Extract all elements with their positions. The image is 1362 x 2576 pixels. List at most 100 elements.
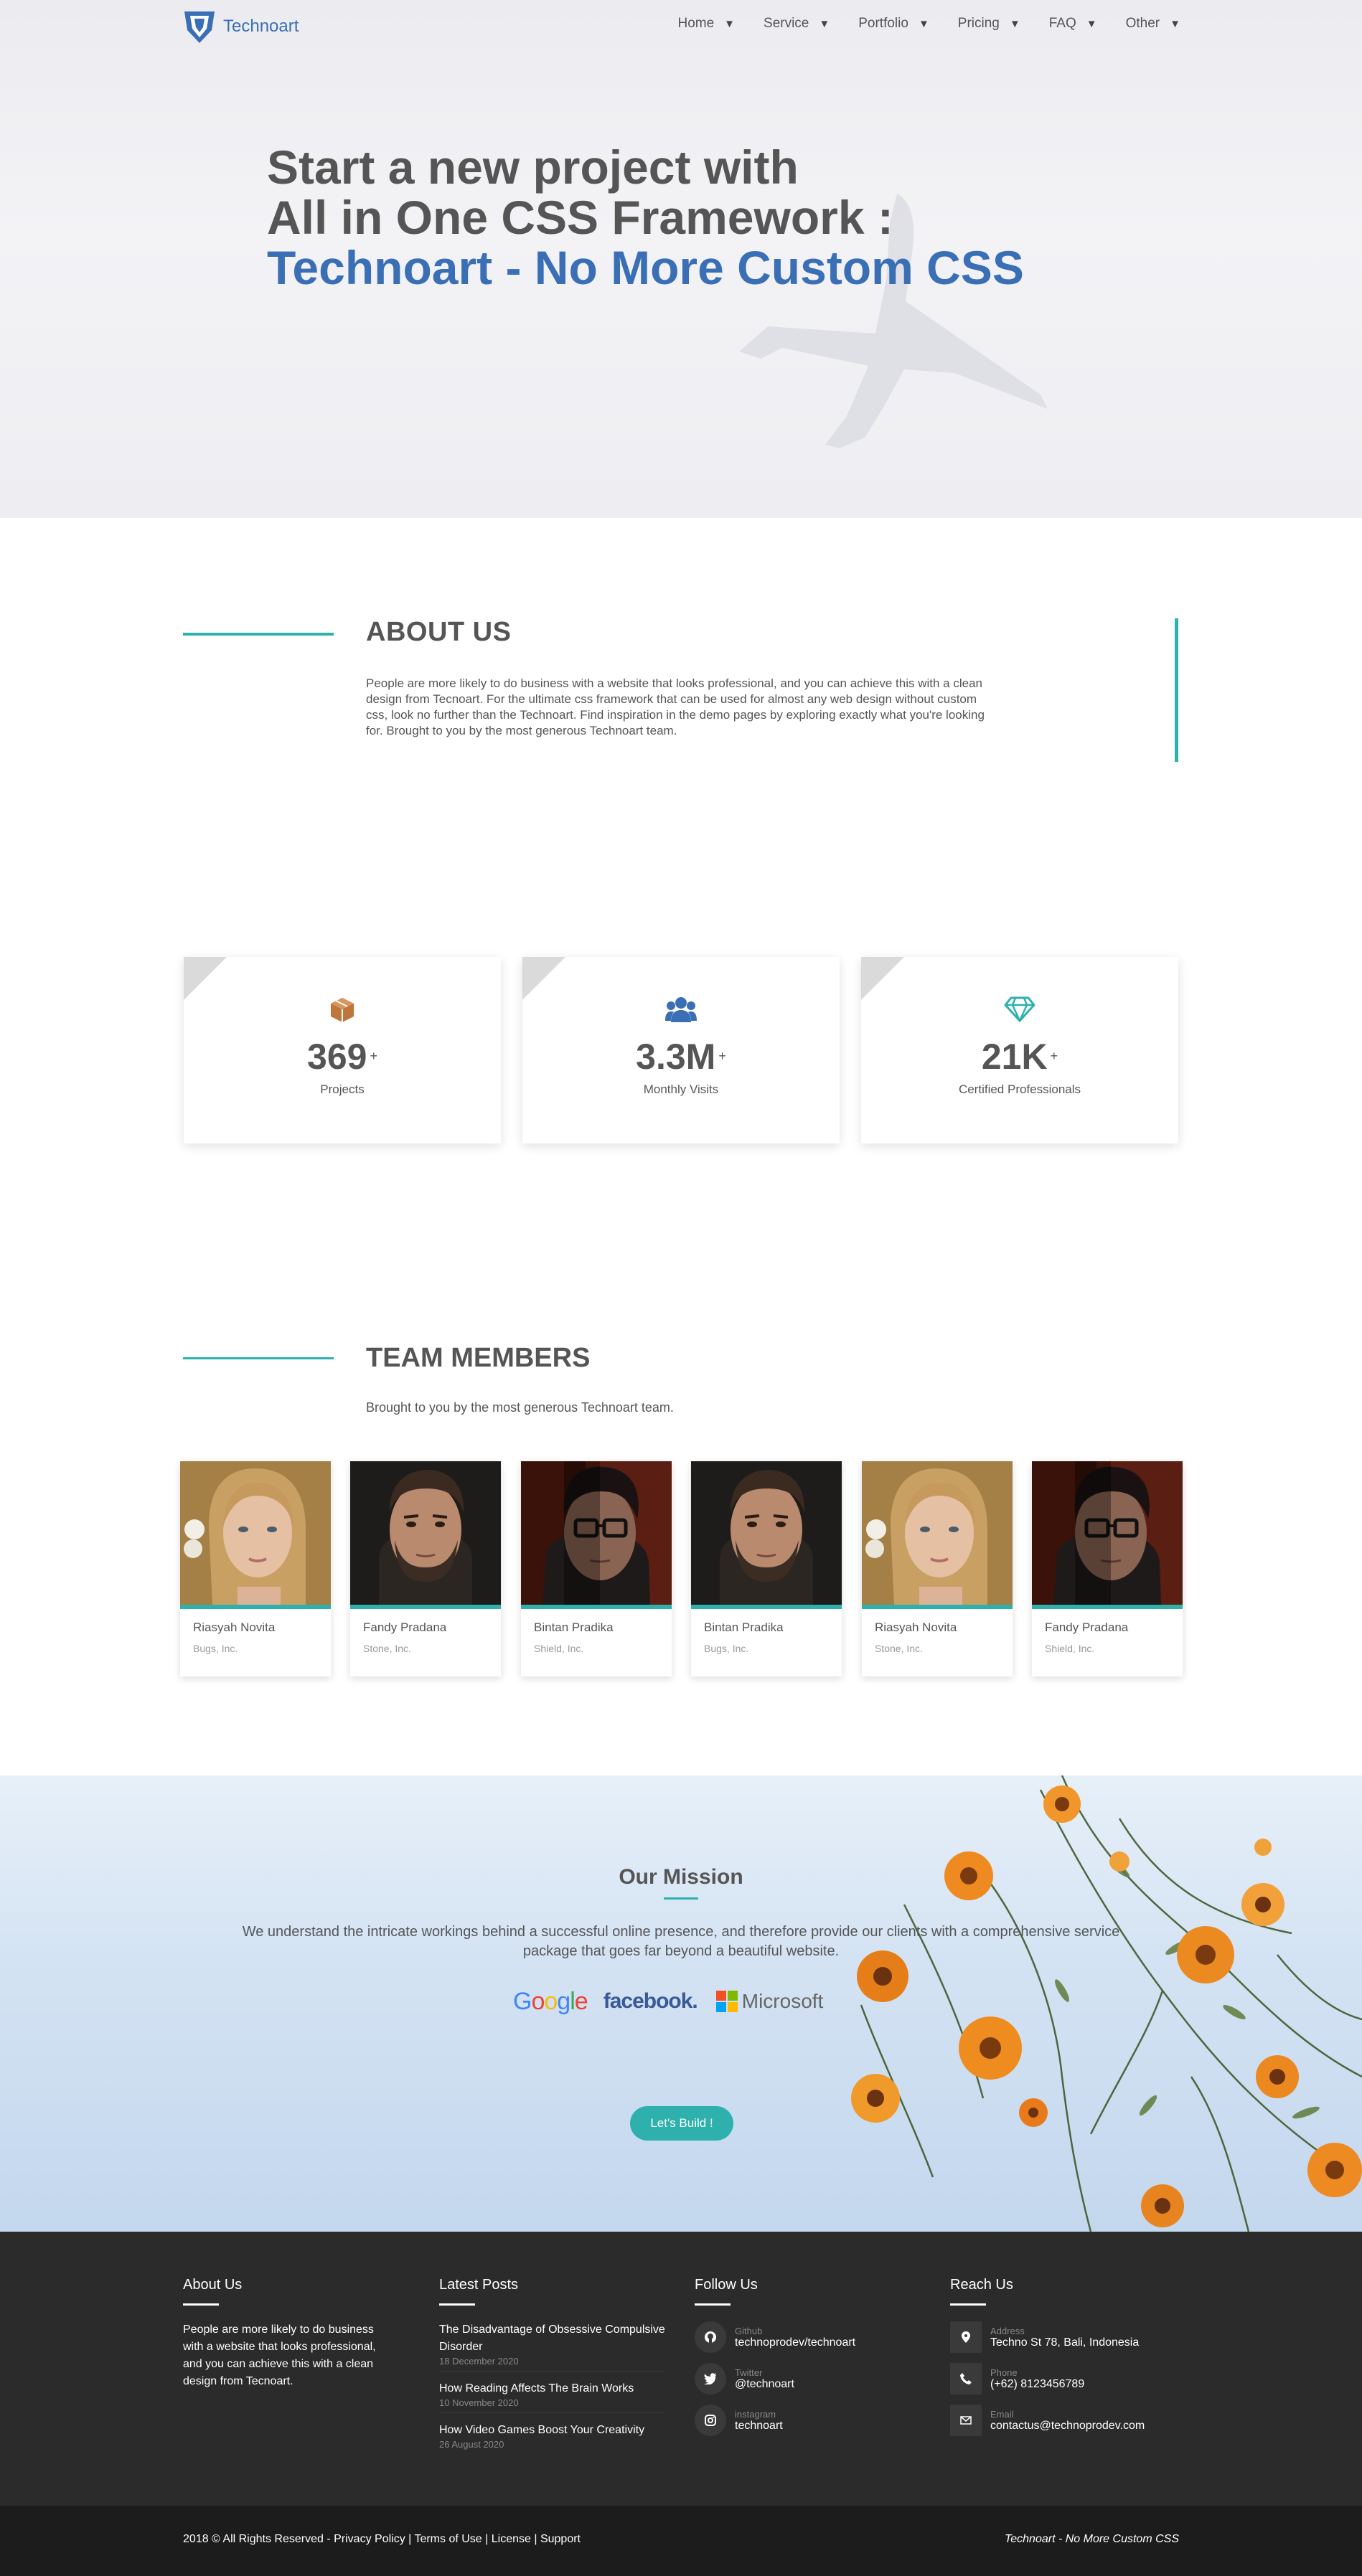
card-corner — [184, 957, 227, 1000]
member-company: Stone, Inc. — [875, 1643, 923, 1654]
caret-down-icon: ▼ — [918, 17, 929, 30]
hero-headline: Start a new project with All in One CSS … — [267, 142, 1024, 293]
member-photo — [180, 1461, 331, 1605]
card-corner — [861, 957, 904, 1000]
google-logo: Google — [513, 1987, 588, 2015]
member-photo — [1032, 1461, 1183, 1605]
follow-instagram[interactable]: instagram technoart — [695, 2405, 924, 2436]
envelope-icon — [950, 2405, 982, 2436]
stat-value: 369 + — [184, 1036, 501, 1077]
footer-posts-title: Latest Posts — [439, 2277, 519, 2293]
post-title: The Disadvantage of Obsessive Compulsive… — [439, 2323, 665, 2353]
menu-home-label: Home — [677, 16, 715, 31]
follow-value: technoprodev/technoart — [735, 2336, 856, 2349]
follow-value: technoart — [735, 2419, 783, 2432]
menu-pricing[interactable]: Pricing ▼ — [958, 16, 1020, 32]
about-title: ABOUT US — [366, 617, 512, 647]
footer-follow-title: Follow Us — [695, 2277, 758, 2293]
follow-github[interactable]: Github technoprodev/technoart — [695, 2321, 924, 2353]
team-member-card[interactable]: Bintan Pradika Bugs, Inc. — [691, 1461, 842, 1676]
stat-suffix: + — [718, 1049, 726, 1063]
shield-logo-icon — [184, 11, 215, 43]
mission-underline — [664, 1897, 698, 1900]
lets-build-button[interactable]: Let's Build ! — [630, 2106, 733, 2141]
privacy-policy-link[interactable]: Privacy Policy — [334, 2533, 405, 2545]
reach-email[interactable]: Email contactus@technoprodev.com — [950, 2405, 1180, 2436]
member-accent-bar — [862, 1605, 1013, 1609]
twitter-icon — [695, 2363, 726, 2395]
member-photo — [691, 1461, 842, 1605]
footer-about-text: People are more likely to do business wi… — [183, 2323, 376, 2387]
stat-card-projects: 369 + Projects — [184, 957, 501, 1143]
brand-logo[interactable]: Technoart — [183, 9, 299, 44]
menu-pricing-label: Pricing — [957, 16, 1000, 31]
follow-twitter[interactable]: Twitter @technoart — [695, 2363, 924, 2395]
member-accent-bar — [350, 1605, 501, 1609]
post-title: How Reading Affects The Brain Works — [439, 2382, 634, 2395]
top-navbar: Technoart Home ▼ Service ▼ Portfolio ▼ Pric… — [183, 9, 1180, 44]
users-icon — [522, 996, 840, 1025]
team-member-card[interactable]: Fandy Pradana Stone, Inc. — [350, 1461, 501, 1676]
terms-of-use-link[interactable]: Terms of Use — [414, 2533, 482, 2545]
stat-label: Projects — [320, 1082, 365, 1096]
caret-down-icon: ▼ — [819, 17, 830, 30]
support-link[interactable]: Support — [540, 2533, 581, 2545]
menu-service[interactable]: Service ▼ — [764, 16, 830, 32]
follow-key: instagram — [735, 2408, 776, 2420]
license-link[interactable]: License — [492, 2533, 531, 2545]
member-company: Bugs, Inc. — [193, 1643, 238, 1654]
member-photo — [350, 1461, 501, 1605]
about-vertical-accent — [1175, 618, 1178, 762]
facebook-logo: facebook. — [603, 1989, 698, 2013]
hero-line-2: All in One CSS Framework : — [267, 191, 893, 244]
team-member-card[interactable]: Riasyah Novita Stone, Inc. — [862, 1461, 1013, 1676]
menu-service-label: Service — [764, 16, 809, 31]
link-separator: | — [482, 2533, 492, 2545]
stats-section: 369 + Projects 3.3M + Monthly Visits 21K + … — [0, 927, 1362, 1271]
mission-text: We understand the intricate workings beh… — [242, 1924, 1120, 1959]
reach-key: Email — [990, 2408, 1014, 2420]
footer-about-title: About Us — [183, 2277, 243, 2293]
menu-home[interactable]: Home ▼ — [677, 16, 735, 32]
post-item[interactable]: How Reading Affects The Brain Works 10 N… — [439, 2380, 665, 2413]
stat-number: 21K — [981, 1037, 1048, 1077]
caret-down-icon: ▼ — [1170, 17, 1180, 30]
member-name: Bintan Pradika — [704, 1620, 784, 1634]
post-item[interactable]: The Disadvantage of Obsessive Compulsive… — [439, 2321, 665, 2372]
member-name: Fandy Pradana — [363, 1620, 447, 1634]
partner-logos: Google facebook. Microsoft — [513, 1983, 850, 2019]
copyright: 2018 © All Rights Reserved - Privacy Pol… — [183, 2533, 581, 2546]
member-name: Riasyah Novita — [193, 1620, 276, 1634]
github-icon — [695, 2321, 726, 2353]
about-text: People are more likely to do business wi… — [366, 676, 985, 737]
stat-number: 3.3M — [636, 1037, 716, 1077]
menu-portfolio[interactable]: Portfolio ▼ — [858, 16, 929, 32]
reach-value: (+62) 8123456789 — [990, 2377, 1085, 2390]
stat-value: 21K + — [861, 1036, 1178, 1077]
team-member-card[interactable]: Riasyah Novita Bugs, Inc. — [180, 1461, 331, 1676]
team-member-card[interactable]: Fandy Pradana Shield, Inc. — [1032, 1461, 1183, 1676]
post-item[interactable]: How Video Games Boost Your Creativity 26… — [439, 2422, 665, 2454]
team-member-card[interactable]: Bintan Pradika Shield, Inc. — [521, 1461, 672, 1676]
hero-section: Technoart Home ▼ Service ▼ Portfolio ▼ Pric… — [0, 0, 1362, 518]
link-separator: | — [530, 2533, 540, 2545]
member-name: Riasyah Novita — [875, 1620, 957, 1634]
menu-other[interactable]: Other ▼ — [1126, 16, 1180, 32]
footer-underline — [950, 2303, 986, 2306]
member-company: Bugs, Inc. — [704, 1643, 749, 1654]
member-company: Shield, Inc. — [534, 1643, 584, 1654]
member-name: Fandy Pradana — [1045, 1620, 1129, 1634]
caret-down-icon: ▼ — [724, 17, 736, 30]
member-name: Bintan Pradika — [534, 1620, 614, 1634]
stat-label: Monthly Visits — [643, 1082, 719, 1096]
menu-other-label: Other — [1125, 16, 1160, 31]
map-pin-icon — [950, 2321, 982, 2353]
reach-phone[interactable]: Phone (+62) 8123456789 — [950, 2363, 1180, 2395]
member-accent-bar — [521, 1605, 672, 1609]
footer: About Us People are more likely to do bu… — [0, 2232, 1362, 2506]
member-photo — [862, 1461, 1013, 1605]
hero-line-3: Technoart - No More Custom CSS — [267, 241, 1024, 294]
copyright-text: 2018 © All Rights Reserved - — [183, 2533, 334, 2545]
menu-faq[interactable]: FAQ ▼ — [1049, 16, 1097, 32]
microsoft-logo: Microsoft — [715, 1990, 823, 2013]
